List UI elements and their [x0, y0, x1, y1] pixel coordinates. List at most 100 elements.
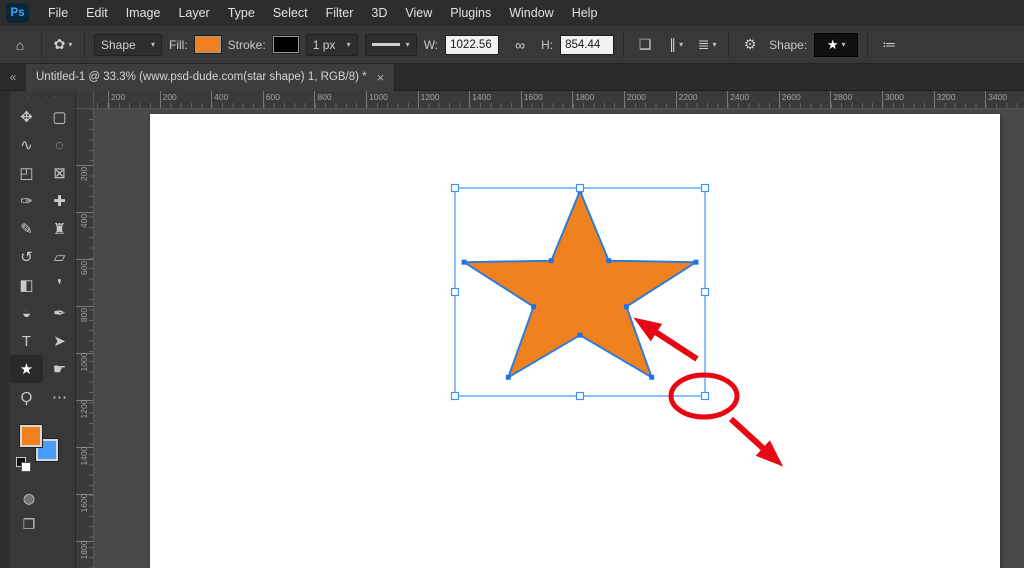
transform-handle[interactable] [452, 289, 459, 296]
anchor-point[interactable] [506, 375, 511, 380]
solid-line-icon [372, 43, 400, 46]
path-selection-tool[interactable]: ➤ [43, 327, 76, 355]
default-colors-icon[interactable] [16, 457, 30, 470]
gradient-tool[interactable]: ◧ [10, 271, 43, 299]
chevron-down-icon: ▾ [151, 40, 155, 49]
healing-brush-tool[interactable]: ✚ [43, 187, 76, 215]
clone-stamp-tool[interactable]: ♜ [43, 215, 76, 243]
eraser-tool[interactable]: ▱ [43, 243, 76, 271]
shape-picker-button[interactable]: ★ ▾ [814, 33, 858, 57]
ruler-h-label: 2800 [830, 91, 852, 108]
annotation-arrow-down-right [731, 419, 765, 450]
tool-mode-select[interactable]: Shape ▾ [94, 34, 162, 56]
ruler-h-label: 600 [263, 91, 280, 108]
fill-label: Fill: [169, 38, 188, 52]
home-icon[interactable]: ⌂ [8, 32, 32, 58]
menu-item-edit[interactable]: Edit [77, 0, 117, 26]
default-white-swatch [21, 462, 31, 472]
foreground-color-swatch[interactable] [20, 425, 42, 447]
anchor-point[interactable] [606, 258, 611, 263]
anchor-point[interactable] [462, 260, 467, 265]
brush-tool[interactable]: ✎ [10, 215, 43, 243]
zoom-tool[interactable]: Ϙ [10, 383, 43, 411]
tool-mode-value: Shape [101, 38, 136, 52]
crop-tool[interactable]: ◰ [10, 159, 43, 187]
chevron-down-icon: ▾ [679, 40, 683, 49]
blur-tool[interactable]: ❜ [43, 271, 76, 299]
ruler-v-label: 1600 [79, 493, 89, 513]
screen-mode-button[interactable]: ❐ [14, 511, 44, 537]
menu-item-3d[interactable]: 3D [362, 0, 396, 26]
pen-tool[interactable]: ✒ [43, 299, 76, 327]
path-arrangement-icon: ≣ [698, 36, 710, 53]
transform-handle[interactable] [702, 289, 709, 296]
menu-item-file[interactable]: File [39, 0, 77, 26]
document-tab[interactable]: Untitled-1 @ 33.3% (www.psd-dude.com(sta… [26, 64, 395, 91]
transform-handle[interactable] [452, 393, 459, 400]
color-swatches [16, 425, 72, 473]
link-dimensions-icon[interactable]: ∞ [506, 32, 534, 58]
menu-item-filter[interactable]: Filter [317, 0, 363, 26]
anchor-point[interactable] [531, 304, 536, 309]
ruler-v-label: 200 [79, 164, 89, 184]
menu-item-view[interactable]: View [396, 0, 441, 26]
anchor-point[interactable] [649, 375, 654, 380]
menu-bar: Ps FileEditImageLayerTypeSelectFilter3DV… [0, 0, 1024, 26]
fill-color-swatch[interactable] [195, 36, 221, 53]
transform-handle[interactable] [577, 393, 584, 400]
menu-item-type[interactable]: Type [219, 0, 264, 26]
menu-item-plugins[interactable]: Plugins [441, 0, 500, 26]
object-selection-tool[interactable]: ◌ [43, 131, 76, 159]
height-input[interactable] [560, 35, 614, 55]
gear-icon[interactable]: ⚙ [738, 32, 762, 58]
quick-mask-button[interactable]: ◍ [14, 485, 44, 511]
type-tool[interactable]: T [10, 327, 43, 355]
ruler-horizontal[interactable]: 2002004006008001000120014001600180020002… [94, 91, 1024, 109]
hand-tool[interactable]: ☛ [43, 355, 76, 383]
current-tool-button[interactable]: ✿ ▾ [51, 32, 75, 58]
eyedropper-tool[interactable]: ✑ [10, 187, 43, 215]
frame-tool[interactable]: ⊠ [43, 159, 76, 187]
transform-handle[interactable] [702, 393, 709, 400]
custom-shape-tool[interactable]: ★ [10, 355, 43, 383]
ruler-v-label: 1400 [79, 446, 89, 466]
menu-item-window[interactable]: Window [500, 0, 562, 26]
chevron-down-icon: ▾ [347, 40, 351, 49]
transform-handle[interactable] [702, 185, 709, 192]
anchor-point[interactable] [578, 333, 583, 338]
star-shape[interactable] [464, 191, 696, 377]
toolbar-bottom: ◍❐ [14, 485, 75, 537]
ruler-vertical[interactable]: 20040060080010001200140016001800 [76, 109, 94, 568]
lasso-tool[interactable]: ∿ [10, 131, 43, 159]
transform-handle[interactable] [452, 185, 459, 192]
custom-shape-tool-icon: ✿ [54, 36, 66, 53]
stroke-color-swatch[interactable] [273, 36, 299, 53]
path-alignment-button[interactable]: ∥ ▾ [664, 32, 688, 58]
move-tool[interactable]: ✥ [10, 103, 43, 131]
anchor-point[interactable] [549, 258, 554, 263]
stroke-style-select[interactable]: ▾ [365, 34, 417, 56]
anchor-point[interactable] [694, 260, 699, 265]
dodge-tool[interactable]: ◒ [10, 299, 43, 327]
menu-item-layer[interactable]: Layer [169, 0, 218, 26]
stroke-width-select[interactable]: 1 px ▾ [306, 34, 358, 56]
transform-handle[interactable] [577, 185, 584, 192]
anchor-point[interactable] [624, 304, 629, 309]
menu-item-help[interactable]: Help [563, 0, 607, 26]
width-input[interactable] [445, 35, 499, 55]
menu-item-image[interactable]: Image [117, 0, 170, 26]
path-operations-button[interactable]: ❏ [633, 32, 657, 58]
tab-bar: « Untitled-1 @ 33.3% (www.psd-dude.com(s… [0, 64, 1024, 91]
path-arrangement-button[interactable]: ≣ ▾ [695, 32, 719, 58]
collapse-panels-icon[interactable]: « [0, 69, 26, 85]
toolbar-grip[interactable]: ∙ ∙ ∙ ∙ [10, 91, 75, 103]
rectangular-marquee-tool[interactable]: ▢ [43, 103, 76, 131]
document-area: 2002004006008001000120014001600180020002… [76, 91, 1024, 568]
align-edges-button[interactable]: ≔ [877, 32, 901, 58]
close-icon[interactable]: × [377, 70, 385, 85]
document-tab-title: Untitled-1 @ 33.3% (www.psd-dude.com(sta… [36, 71, 367, 83]
menu-items: FileEditImageLayerTypeSelectFilter3DView… [39, 0, 606, 26]
history-brush-tool[interactable]: ↺ [10, 243, 43, 271]
edit-toolbar-button[interactable]: ⋯ [43, 383, 76, 411]
menu-item-select[interactable]: Select [264, 0, 317, 26]
